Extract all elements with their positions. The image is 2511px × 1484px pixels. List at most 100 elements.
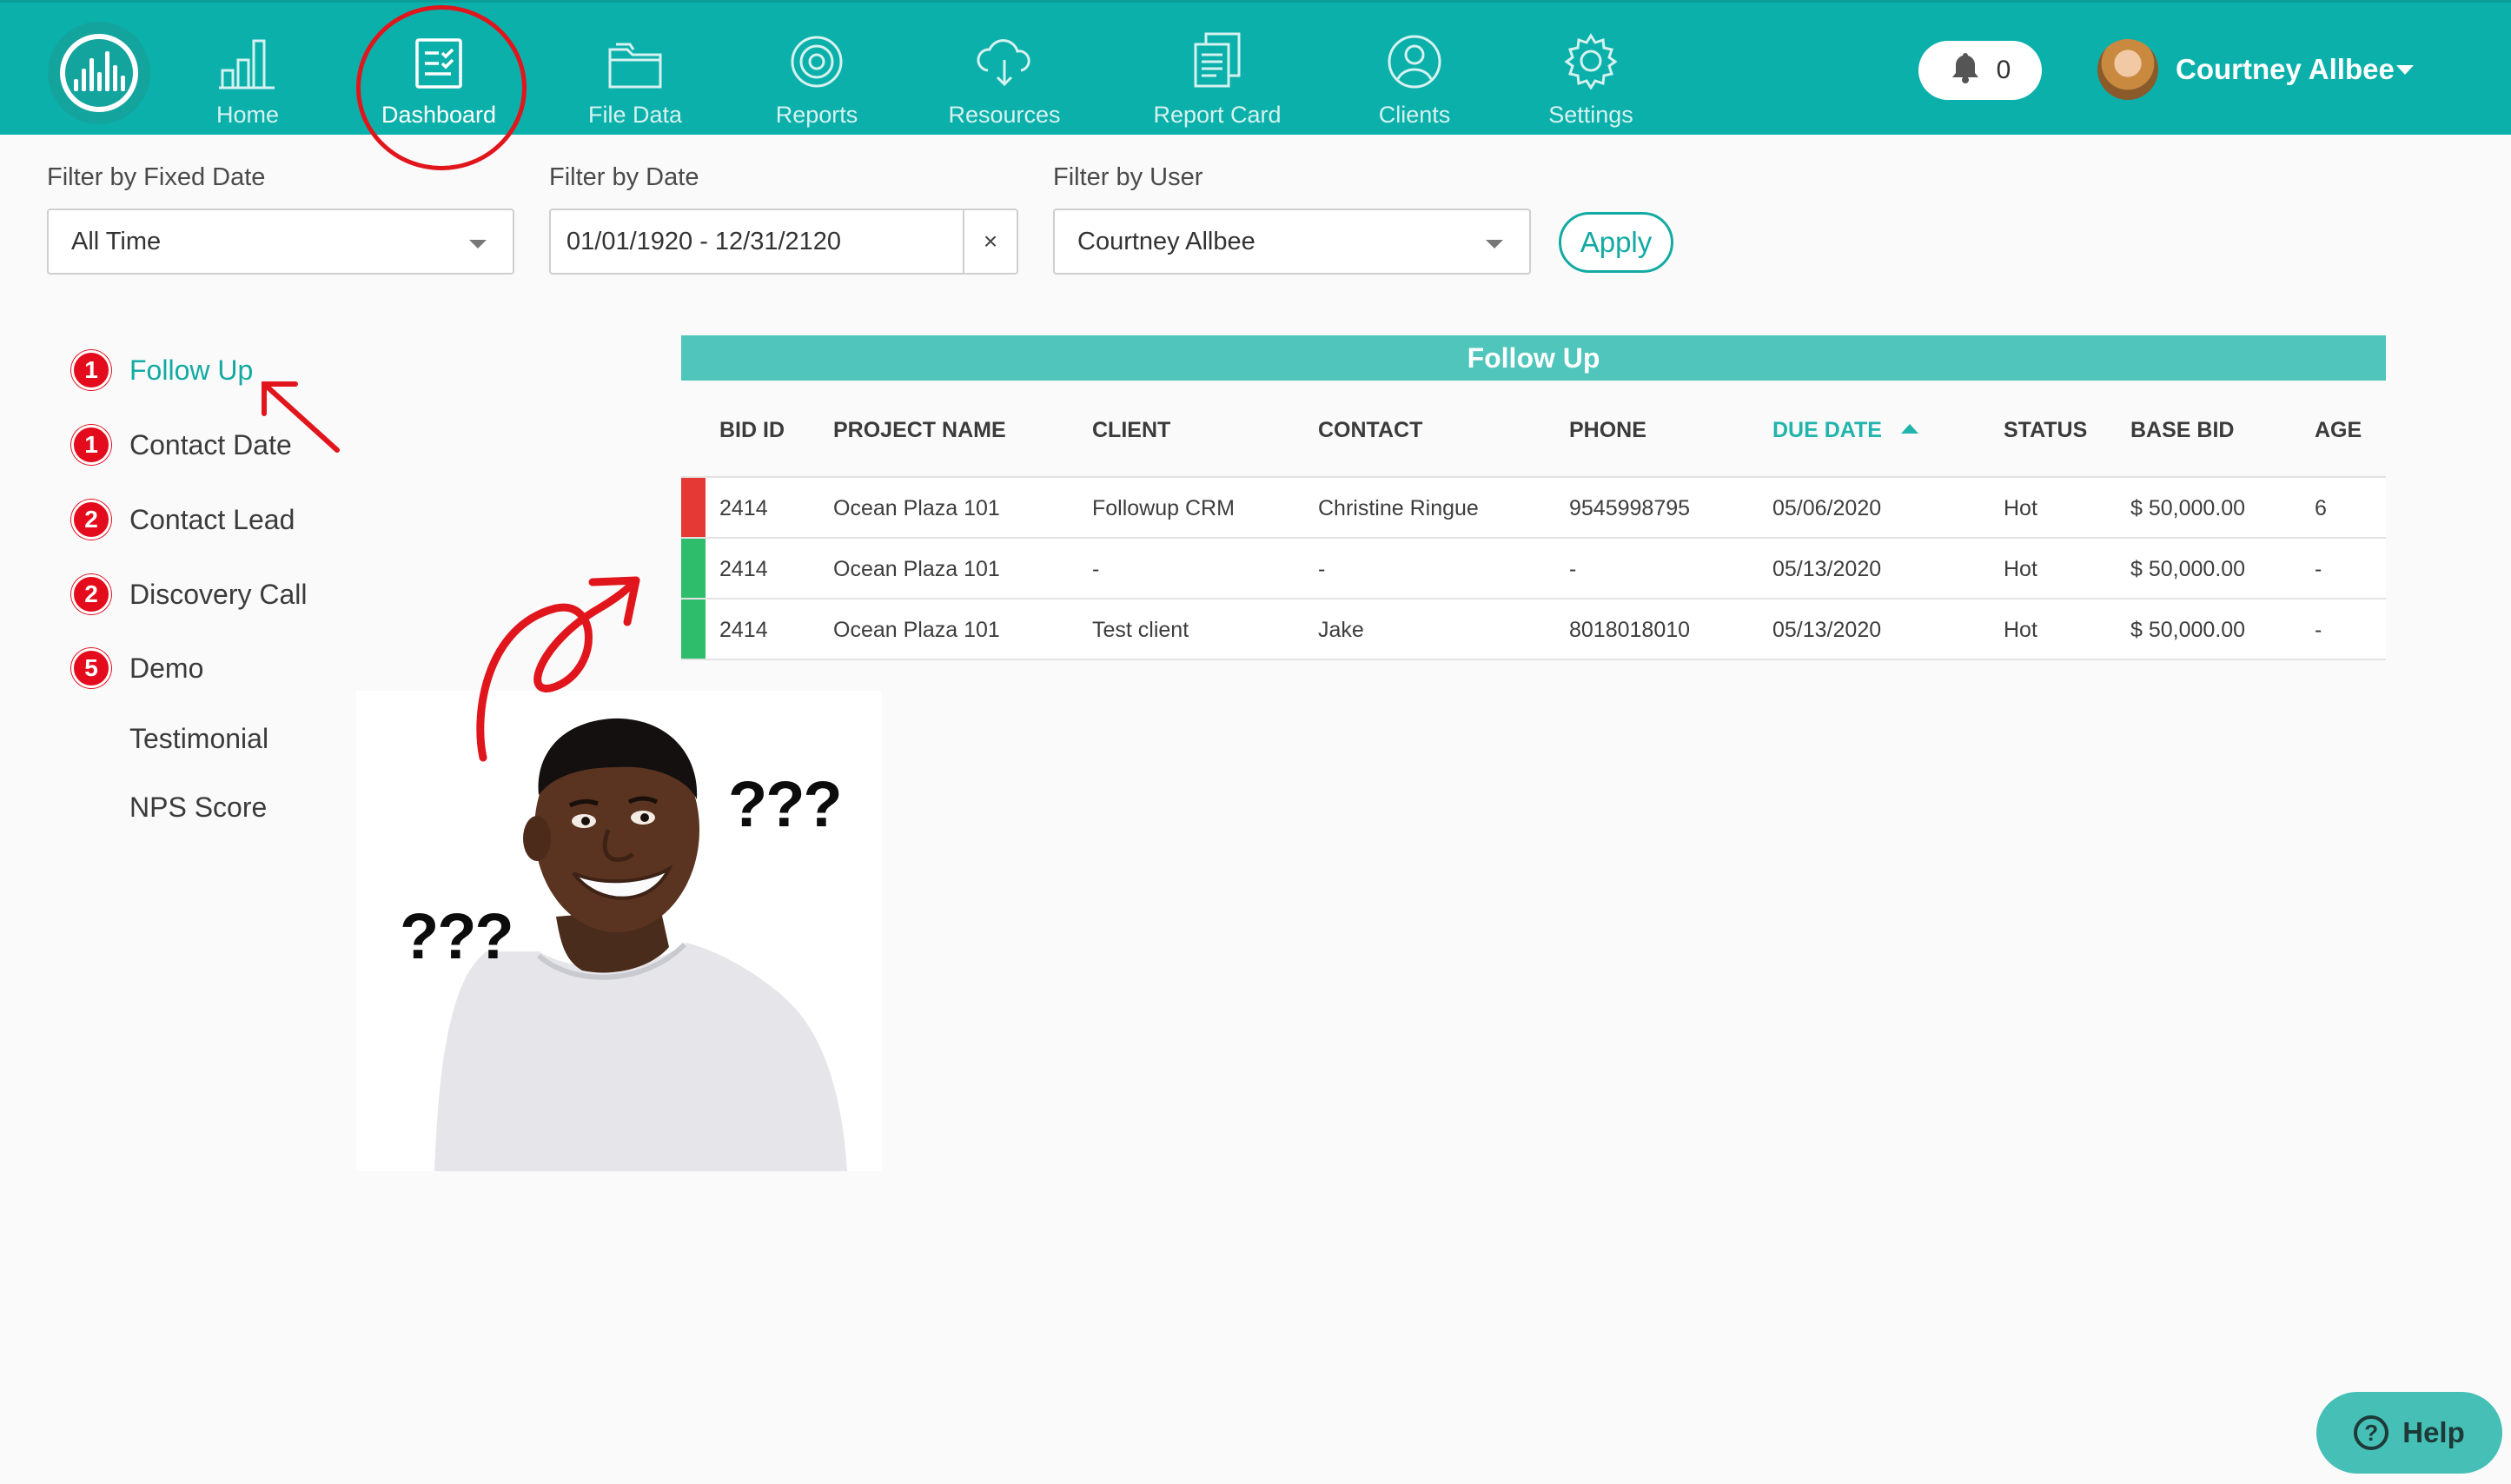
cell-contact: Christine Ringue xyxy=(1318,496,1479,520)
gear-icon xyxy=(1547,29,1635,89)
stage-demo[interactable]: 5 Demo xyxy=(71,647,203,689)
user-name[interactable]: Courtney Allbee xyxy=(2176,53,2395,86)
user-select[interactable]: Courtney Allbee xyxy=(1053,209,1531,275)
nav-home-label: Home xyxy=(215,102,280,128)
cell-due-date: 05/13/2020 xyxy=(1772,618,1882,642)
cell-project-name: Ocean Plaza 101 xyxy=(833,557,1000,581)
cell-age: - xyxy=(2315,557,2322,581)
cell-age: 6 xyxy=(2315,496,2327,520)
cell-client: Followup CRM xyxy=(1092,496,1235,520)
column-header-contact[interactable]: CONTACT xyxy=(1318,418,1422,443)
user-filter-label: Filter by User xyxy=(1053,163,1203,191)
cell-bid-id: 2414 xyxy=(719,496,768,520)
documents-icon xyxy=(1149,29,1286,89)
fixed-date-select[interactable]: All Time xyxy=(47,209,514,275)
notifications-button[interactable]: 0 xyxy=(1918,41,2042,100)
table-row[interactable]: 2414 Ocean Plaza 101 - - - 05/13/2020 Ho… xyxy=(681,539,2386,598)
stage-label: Contact Lead xyxy=(129,503,295,535)
table-title: Follow Up xyxy=(1467,341,1600,374)
stage-follow-up[interactable]: 1 Follow Up xyxy=(71,349,253,391)
stage-count-badge: 1 xyxy=(71,350,111,390)
nav-resources[interactable]: Resources xyxy=(947,29,1062,129)
row-status-indicator xyxy=(681,478,706,537)
caret-down-icon xyxy=(1486,240,1503,248)
bar-chart-icon xyxy=(209,29,287,89)
cell-due-date: 05/13/2020 xyxy=(1772,557,1882,581)
nav-report-card-label: Report Card xyxy=(1153,102,1282,128)
column-header-client[interactable]: CLIENT xyxy=(1092,418,1170,443)
cell-phone: - xyxy=(1569,557,1577,581)
question-marks-left: ??? xyxy=(400,900,514,972)
caret-down-icon xyxy=(469,240,487,248)
due-date-header-label: DUE DATE xyxy=(1772,418,1882,442)
dashboard-circle-annotation xyxy=(356,5,527,170)
cell-project-name: Ocean Plaza 101 xyxy=(833,496,1000,520)
stage-contact-date[interactable]: 1 Contact Date xyxy=(71,424,292,466)
stage-label: Follow Up xyxy=(129,354,254,386)
user-circle-icon xyxy=(1375,29,1454,89)
cell-base-bid: $ 50,000.00 xyxy=(2130,496,2246,520)
confused-meme-image: ??? ??? xyxy=(356,691,882,1171)
cell-contact: - xyxy=(1318,557,1326,581)
cell-client: Test client xyxy=(1092,618,1189,642)
column-header-project-name[interactable]: PROJECT NAME xyxy=(833,418,1006,443)
column-header-due-date[interactable]: DUE DATE xyxy=(1772,418,1918,443)
notifications-count: 0 xyxy=(1996,56,2011,84)
stage-discovery-call[interactable]: 2 Discovery Call xyxy=(71,573,307,615)
help-label: Help xyxy=(2402,1416,2465,1448)
column-header-base-bid[interactable]: BASE BID xyxy=(2130,418,2234,443)
row-status-indicator xyxy=(681,600,706,659)
cell-status: Hot xyxy=(2004,618,2037,642)
row-divider xyxy=(681,659,2386,660)
apply-button[interactable]: Apply xyxy=(1559,212,1673,273)
nav-reports-label: Reports xyxy=(775,102,858,128)
cell-base-bid: $ 50,000.00 xyxy=(2130,557,2246,581)
cell-status: Hot xyxy=(2004,557,2037,581)
nav-file-data[interactable]: File Data xyxy=(584,29,686,129)
question-marks-right: ??? xyxy=(728,768,843,840)
avatar[interactable] xyxy=(2097,39,2158,100)
table-title-bar: Follow Up xyxy=(681,335,2386,381)
user-filter-value: Courtney Allbee xyxy=(1077,227,1256,255)
stage-count-badge: 2 xyxy=(71,500,111,540)
date-filter-label: Filter by Date xyxy=(549,163,699,191)
nav-settings[interactable]: Settings xyxy=(1547,29,1635,129)
stage-label: Discovery Call xyxy=(129,578,308,610)
cell-client: - xyxy=(1092,557,1100,581)
column-header-bid-id[interactable]: BID ID xyxy=(719,418,785,443)
stage-label: Contact Date xyxy=(129,428,292,460)
brand-logo[interactable] xyxy=(48,22,150,124)
nav-home[interactable]: Home xyxy=(209,29,287,129)
nav-clients[interactable]: Clients xyxy=(1375,29,1454,129)
nav-clients-label: Clients xyxy=(1378,102,1451,128)
logo-bars-icon xyxy=(60,34,138,112)
nav-resources-label: Resources xyxy=(948,102,1061,128)
sort-ascending-icon xyxy=(1900,423,1918,434)
table-row[interactable]: 2414 Ocean Plaza 101 Test client Jake 80… xyxy=(681,600,2386,659)
stage-contact-lead[interactable]: 2 Contact Lead xyxy=(71,499,295,540)
cell-phone: 8018018010 xyxy=(1569,618,1691,642)
stage-count-badge: 5 xyxy=(71,648,111,688)
row-status-indicator xyxy=(681,539,706,598)
stage-label: Testimonial xyxy=(129,722,269,754)
folder-icon xyxy=(584,29,686,89)
column-header-phone[interactable]: PHONE xyxy=(1569,418,1646,443)
nav-report-card[interactable]: Report Card xyxy=(1149,29,1286,129)
date-range-value: 01/01/1920 - 12/31/2120 xyxy=(566,227,842,255)
chevron-down-icon[interactable] xyxy=(2396,65,2414,75)
cell-status: Hot xyxy=(2004,496,2037,520)
bell-icon xyxy=(1950,50,1981,90)
help-button[interactable]: ? Help xyxy=(2316,1392,2502,1474)
table-row[interactable]: 2414 Ocean Plaza 101 Followup CRM Christ… xyxy=(681,478,2386,537)
cell-base-bid: $ 50,000.00 xyxy=(2130,618,2246,642)
target-icon xyxy=(772,29,862,89)
fixed-date-filter-label: Filter by Fixed Date xyxy=(47,163,266,191)
clear-date-button[interactable]: × xyxy=(963,210,1017,273)
date-range-input[interactable]: 01/01/1920 - 12/31/2120 × xyxy=(549,209,1018,275)
cloud-download-icon xyxy=(947,29,1062,89)
question-circle-icon: ? xyxy=(2354,1415,2389,1450)
column-header-age[interactable]: AGE xyxy=(2315,418,2362,443)
column-header-status[interactable]: STATUS xyxy=(2004,418,2087,443)
nav-reports[interactable]: Reports xyxy=(772,29,862,129)
stage-label: Demo xyxy=(129,652,204,684)
